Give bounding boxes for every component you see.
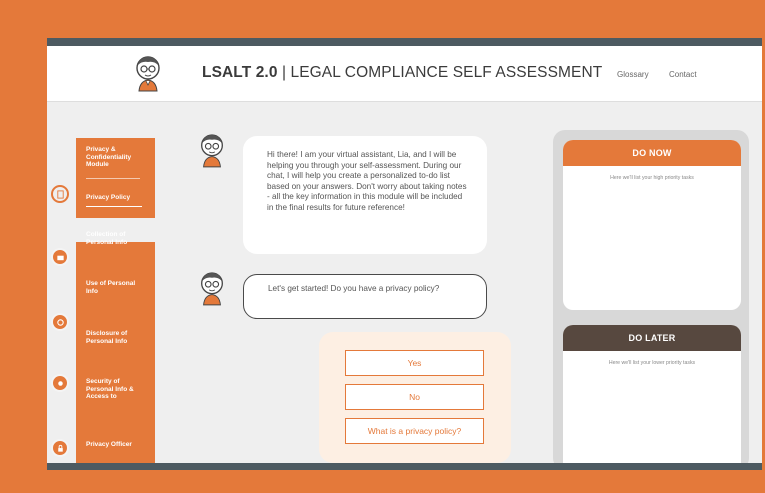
do-now-card: DO NOW Here we'll list your high priorit…: [563, 140, 741, 310]
assistant-question-message: Let's get started! Do you have a privacy…: [243, 274, 487, 319]
answer-no-button[interactable]: No: [345, 384, 484, 410]
assistant-intro-message: Hi there! I am your virtual assistant, L…: [243, 136, 487, 254]
window-top-bar: [47, 38, 762, 46]
do-later-subtitle: Here we'll list your lower priority task…: [608, 360, 696, 366]
step-icon-security[interactable]: [51, 439, 69, 457]
share-icon: [57, 380, 63, 386]
do-later-title: DO LATER: [563, 325, 741, 351]
document-icon: [56, 189, 64, 199]
step-icon-disclosure[interactable]: [51, 374, 69, 392]
active-underline: [86, 205, 142, 207]
gear-icon: [56, 318, 64, 326]
assistant-avatar-icon: [201, 134, 223, 168]
app-window: LSALT 2.0 | LEGAL COMPLIANCE SELF ASSESS…: [47, 38, 762, 470]
step-icon-use[interactable]: [51, 313, 69, 331]
sidebar-item-use[interactable]: Use of Personal Info: [86, 280, 148, 295]
main-content: Privacy & Confidentiality Module Privacy…: [47, 102, 762, 470]
do-now-title: DO NOW: [563, 140, 741, 166]
page-title: LSALT 2.0 | LEGAL COMPLIANCE SELF ASSESS…: [202, 64, 603, 81]
sidebar-item-label: Privacy Policy: [86, 194, 131, 201]
sidebar-item-privacy-policy[interactable]: Privacy Policy: [86, 194, 148, 207]
do-now-subtitle: Here we'll list your high priority tasks: [610, 175, 694, 181]
sidebar-item-privacy-officer[interactable]: Privacy Officer: [86, 441, 148, 449]
sidebar-item-collection[interactable]: Collection of Personal Info: [86, 231, 148, 246]
sidebar-divider: [86, 178, 140, 179]
lock-icon: [57, 444, 63, 452]
sidebar-item-disclosure[interactable]: Disclosure of Personal Info: [86, 330, 148, 345]
answer-what-is-button[interactable]: What is a privacy policy?: [345, 418, 484, 444]
nav-glossary-link[interactable]: Glossary: [617, 70, 649, 79]
nav-contact-link[interactable]: Contact: [669, 70, 697, 79]
assistant-avatar-icon: [136, 56, 160, 92]
window-bottom-bar: [47, 463, 762, 470]
step-icon-privacy-policy[interactable]: [51, 185, 69, 203]
module-sidebar: Privacy & Confidentiality Module Privacy…: [74, 138, 155, 470]
header: LSALT 2.0 | LEGAL COMPLIANCE SELF ASSESS…: [47, 46, 762, 102]
folder-icon: [56, 255, 64, 260]
answer-yes-button[interactable]: Yes: [345, 350, 484, 376]
sidebar-item-module[interactable]: Privacy & Confidentiality Module: [86, 146, 148, 169]
do-later-card: DO LATER Here we'll list your lower prio…: [563, 325, 741, 470]
step-icon-collection[interactable]: [51, 248, 69, 266]
sidebar-item-security[interactable]: Security of Personal Info & Access to: [86, 378, 148, 401]
assistant-avatar-icon: [201, 272, 223, 306]
answer-options: Yes No What is a privacy policy?: [319, 332, 511, 463]
todo-panels: DO NOW Here we'll list your high priorit…: [553, 130, 749, 470]
